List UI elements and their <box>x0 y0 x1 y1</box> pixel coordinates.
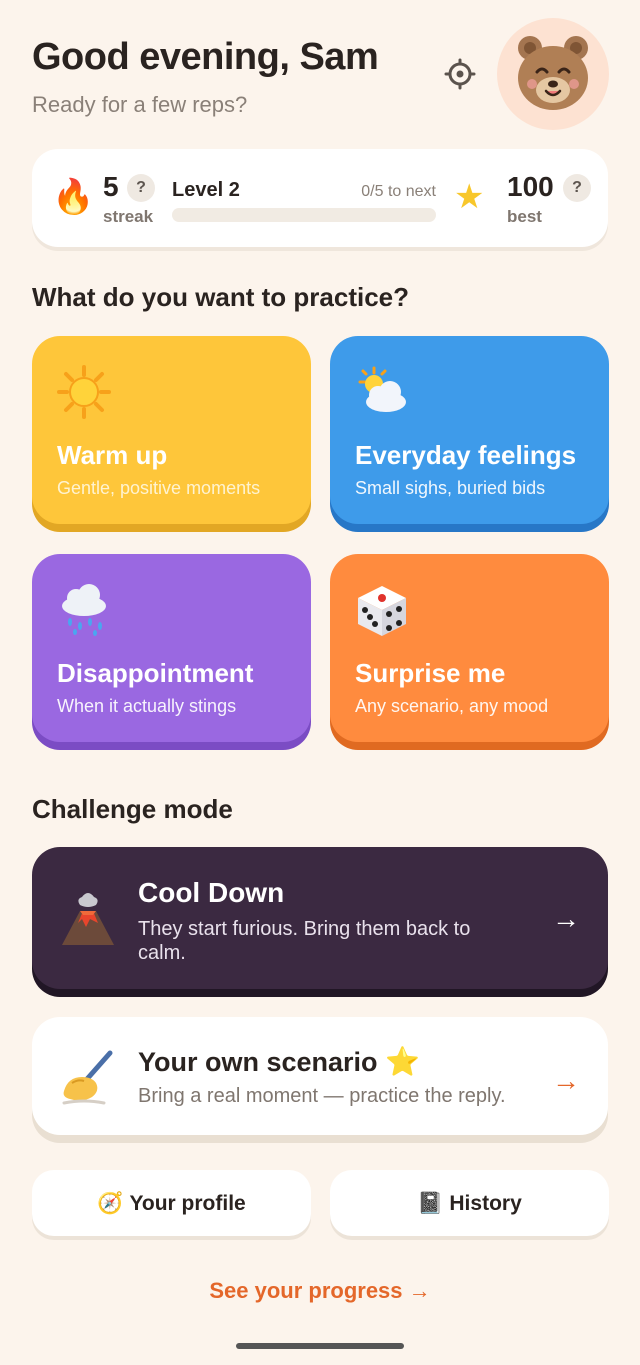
greeting-subtitle: Ready for a few reps? <box>32 92 248 117</box>
cool-down-card[interactable]: Cool Down They start furious. Bring them… <box>32 847 608 989</box>
card-desc: Gentle, positive moments <box>57 478 261 498</box>
practice-card-warm-up[interactable]: Warm up Gentle, positive moments <box>32 336 311 524</box>
level-label: Level 2 <box>172 179 240 201</box>
own-scenario-title: Your own scenario ⭐ <box>138 1045 420 1078</box>
arrow-right-icon: → <box>552 903 580 934</box>
notebook-icon: 📓 <box>417 1191 444 1215</box>
cool-down-title: Cool Down <box>138 877 285 908</box>
star-icon: ★ <box>454 177 485 217</box>
your-profile-button[interactable]: 🧭 Your profile <box>32 1170 311 1236</box>
best-help-button[interactable]: ? <box>563 174 591 202</box>
best-value: 100 <box>507 171 554 202</box>
card-desc: Small sighs, buried bids <box>355 478 546 498</box>
card-title: Warm up <box>57 440 168 470</box>
history-label: History <box>449 1192 522 1215</box>
streak-label: streak <box>103 207 154 226</box>
home-indicator[interactable] <box>236 1343 404 1349</box>
volcano-icon <box>58 889 118 954</box>
practice-heading: What do you want to practice? <box>32 282 410 312</box>
see-progress-link[interactable]: See your progress → <box>0 1278 640 1304</box>
writing-hand-icon <box>58 1047 118 1112</box>
sun-behind-cloud-icon <box>354 364 410 420</box>
practice-card-everyday-feelings[interactable]: Everyday feelings Small sighs, buried bi… <box>330 336 609 524</box>
streak-value: 5 <box>103 171 119 202</box>
star-icon: ⭐ <box>385 1045 420 1078</box>
history-button[interactable]: 📓 History <box>330 1170 609 1236</box>
gear-icon[interactable] <box>444 58 476 90</box>
card-desc: When it actually stings <box>57 696 237 716</box>
fire-icon: 🔥 <box>52 177 95 217</box>
streak-help-button[interactable]: ? <box>127 174 155 202</box>
own-scenario-desc: Bring a real moment — practice the reply… <box>138 1085 506 1107</box>
arrow-right-icon: → <box>552 1065 580 1096</box>
level-progress-text: 0/5 to next <box>361 183 436 200</box>
compass-icon: 🧭 <box>97 1191 124 1215</box>
avatar[interactable] <box>497 18 609 130</box>
stats-card: 🔥 5 ? streak Level 2 0/5 to next ★ 100 ?… <box>32 149 608 247</box>
own-scenario-card[interactable]: Your own scenario ⭐ Bring a real moment … <box>32 1017 608 1135</box>
card-desc: Any scenario, any mood <box>355 696 549 716</box>
header: Good evening, Sam Ready for a few reps? <box>32 18 609 136</box>
practice-card-surprise-me[interactable]: Surprise me Any scenario, any mood <box>330 554 609 742</box>
card-title: Surprise me <box>355 658 506 688</box>
challenge-heading: Challenge mode <box>32 794 233 824</box>
your-profile-label: Your profile <box>129 1192 246 1215</box>
practice-card-disappointment[interactable]: Disappointment When it actually stings <box>32 554 311 742</box>
cool-down-desc: They start furious. Bring them back to c… <box>138 918 471 964</box>
card-title: Disappointment <box>57 658 254 688</box>
dice-icon <box>354 582 410 638</box>
level-progress-bar <box>172 208 436 222</box>
bear-avatar-icon <box>518 36 588 110</box>
own-scenario-title-text: Your own scenario <box>138 1047 378 1077</box>
sun-icon <box>56 364 112 420</box>
best-label: best <box>507 207 542 226</box>
card-title: Everyday feelings <box>355 440 577 470</box>
rain-cloud-icon <box>56 582 112 638</box>
